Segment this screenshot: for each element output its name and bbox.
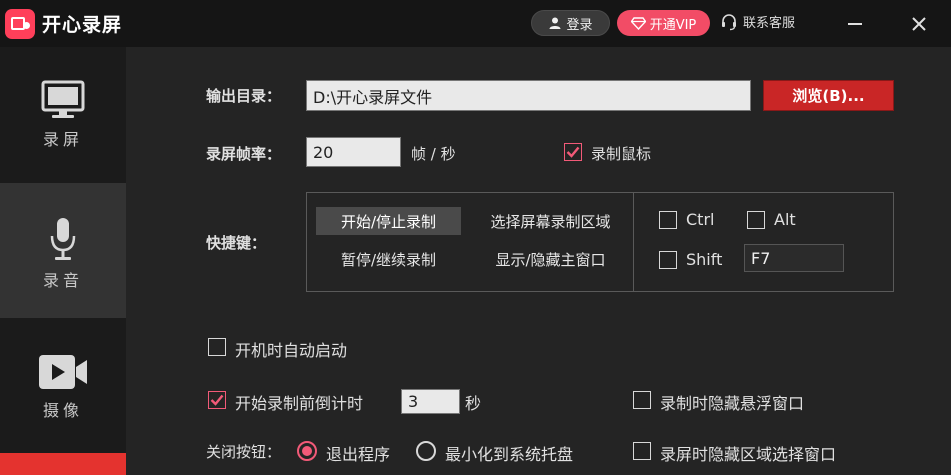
title-bar: 开心录屏 登录 开通VIP 联系客服 [0, 0, 951, 47]
close-minimize-radio[interactable] [416, 441, 436, 461]
hide-float-window-label: 录制时隐藏悬浮窗口 [660, 394, 805, 413]
hotkey-action-select-region[interactable]: 选择屏幕录制区域 [472, 207, 629, 235]
monitor-icon [41, 80, 85, 118]
contact-service-button[interactable]: 联系客服 [720, 12, 795, 31]
hotkey-action-start-stop[interactable]: 开始/停止录制 [316, 207, 461, 235]
record-mouse-checkbox[interactable] [564, 143, 582, 161]
checkmark-icon [566, 146, 580, 158]
sidebar-item-record-screen[interactable]: 录屏 [0, 47, 126, 183]
user-icon [549, 17, 561, 29]
login-label: 登录 [566, 17, 593, 33]
output-dir-input[interactable]: D:\开心录屏文件 [306, 80, 751, 111]
sidebar-item-label: 录屏 [42, 130, 83, 149]
close-icon [911, 16, 926, 31]
app-logo-icon [5, 9, 35, 39]
alt-label: Alt [774, 210, 796, 229]
ctrl-label: Ctrl [686, 210, 715, 229]
framerate-input[interactable]: 20 [306, 137, 401, 167]
hide-float-window-checkbox[interactable] [633, 391, 651, 409]
vip-label: 开通VIP [649, 17, 697, 33]
minimize-button[interactable] [826, 0, 883, 47]
framerate-unit: 帧 / 秒 [411, 145, 456, 163]
framerate-label: 录屏帧率： [206, 145, 282, 163]
hotkey-divider [633, 192, 634, 292]
browse-button[interactable]: 浏览(B)... [763, 80, 894, 111]
app-name: 开心录屏 [42, 14, 123, 36]
shift-checkbox[interactable] [659, 251, 677, 269]
diamond-icon [630, 16, 646, 30]
shift-label: Shift [686, 250, 723, 269]
hide-region-window-label: 录屏时隐藏区域选择窗口 [660, 445, 837, 464]
video-camera-icon [39, 355, 87, 389]
sidebar-item-label: 摄像 [42, 401, 83, 420]
autostart-label: 开机时自动启动 [235, 341, 348, 360]
record-mouse-label: 录制鼠标 [591, 145, 652, 163]
sidebar-item-record-audio[interactable]: 录音 [0, 183, 126, 318]
sidebar-item-record-camera[interactable]: 摄像 [0, 318, 126, 453]
sidebar: 录屏 录音 摄像 [0, 47, 126, 475]
microphone-icon [50, 218, 76, 260]
output-dir-label: 输出目录： [206, 87, 282, 105]
sidebar-accent-bar [0, 453, 126, 475]
close-exit-radio[interactable] [297, 441, 317, 461]
login-button[interactable]: 登录 [531, 10, 610, 36]
service-label: 联系客服 [743, 16, 796, 31]
hotkey-label: 快捷键： [206, 234, 267, 252]
close-minimize-label: 最小化到系统托盘 [445, 445, 574, 464]
sidebar-item-label: 录音 [42, 271, 83, 290]
hide-region-window-checkbox[interactable] [633, 442, 651, 460]
countdown-input[interactable]: 3 [401, 389, 460, 414]
countdown-label: 开始录制前倒计时 [235, 394, 364, 413]
close-button[interactable] [890, 0, 947, 47]
hotkey-action-show-hide[interactable]: 显示/隐藏主窗口 [472, 245, 629, 273]
hotkey-action-pause-resume[interactable]: 暂停/继续录制 [316, 245, 461, 273]
autostart-checkbox[interactable] [208, 338, 226, 356]
ctrl-checkbox[interactable] [659, 211, 677, 229]
close-button-label: 关闭按钮： [206, 443, 282, 461]
close-exit-label: 退出程序 [326, 445, 391, 464]
vip-button[interactable]: 开通VIP [617, 10, 710, 36]
countdown-unit: 秒 [465, 394, 482, 413]
hotkey-key-input[interactable]: F7 [744, 244, 844, 272]
alt-checkbox[interactable] [747, 211, 765, 229]
minimize-icon [847, 22, 862, 25]
headset-icon [722, 13, 736, 30]
countdown-checkbox[interactable] [208, 391, 226, 409]
checkmark-icon [210, 394, 224, 406]
